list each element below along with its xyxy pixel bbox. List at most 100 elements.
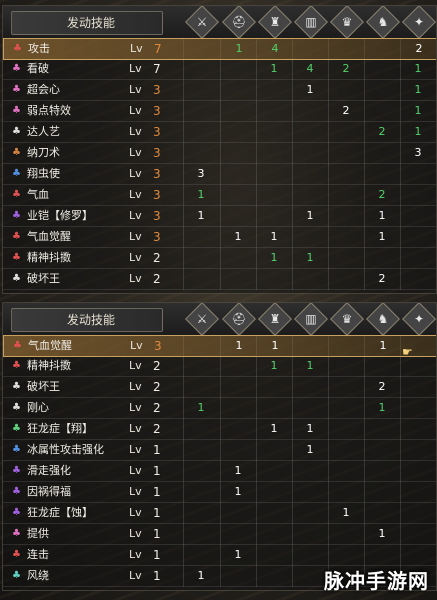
level-label: Lv [129,272,142,285]
skill-row[interactable]: ♣ 破坏王 Lv 2 2 [3,377,436,398]
slot-value: 1 [270,251,278,264]
slot-value: 1 [342,506,350,519]
level-label: Lv [130,42,143,55]
skill-name: 攻击 [28,42,50,55]
level-label: Lv [129,422,142,435]
skill-row[interactable]: ♣ 精神抖擞 Lv 2 1 1 [3,356,436,377]
charm-icon[interactable]: ✦ [402,303,436,336]
skill-row[interactable]: ♣ 气血觉醒 Lv 3 1 1 1 [3,227,436,248]
armor-icon[interactable]: ⛑ [222,6,256,39]
site-watermark: 脉冲手游网 [324,569,429,593]
helmet-icon[interactable]: ♜ [258,6,292,39]
gauntlet-icon[interactable]: ♛ [330,303,364,336]
level-label: Lv [129,401,142,414]
skill-row[interactable]: ♣ 连击 Lv 1 1 [3,545,436,566]
skill-name: 破坏王 [27,272,60,285]
slot-value: 2 [378,380,386,393]
skill-gem-icon: ♣ [12,210,21,221]
skill-row[interactable]: ♣ 气血觉醒 Lv 3 1 1 1 [3,335,436,357]
chest-icon[interactable]: ▥ [294,6,328,39]
skill-row[interactable]: ♣ 滑走强化 Lv 1 1 [3,461,436,482]
skill-name: 气血觉醒 [28,339,72,352]
slot-value: 1 [306,359,314,372]
slot-value: 3 [197,167,205,180]
level-value: 3 [154,339,162,353]
skill-row[interactable]: ♣ 翔虫使 Lv 3 3 [3,164,436,185]
slot-value: 1 [270,62,278,75]
skills-panel: 发动技能 ⚔ ⛑ ♜ ▥ ♛ ♞ ✦ ♣ 攻击 Lv 7 1 4 2 ♣ 看破 Lv 7 1 4 2 1 ♣ 超会心 Lv 3 1 1 ♣… [2,5,437,294]
skill-gem-icon: ♣ [12,189,21,200]
panel-title: 发动技能 [11,308,163,332]
level-label: Lv [129,380,142,393]
boots-icon[interactable]: ♞ [366,6,400,39]
skill-row[interactable]: ♣ 破坏王 Lv 2 2 [3,269,436,290]
skill-row[interactable]: ♣ 精神抖擞 Lv 2 1 1 [3,248,436,269]
slot-value: 1 [379,339,387,352]
level-value: 2 [153,359,161,373]
sword-icon[interactable]: ⚔ [185,303,219,336]
skill-gem-icon: ♣ [12,465,21,476]
skill-row[interactable]: ♣ 纳刀术 Lv 3 3 [3,143,436,164]
skill-row[interactable]: ♣ 刚心 Lv 2 1 1 [3,398,436,419]
skill-row[interactable]: ♣ 提供 Lv 1 1 [3,524,436,545]
slot-value: 1 [306,443,314,456]
level-value: 3 [153,230,161,244]
level-value: 1 [153,506,161,520]
level-label: Lv [129,464,142,477]
skill-row[interactable]: ♣ 气血 Lv 3 1 2 [3,185,436,206]
slot-value: 1 [234,485,242,498]
level-value: 3 [153,167,161,181]
slot-value: 2 [378,125,386,138]
skill-row[interactable]: ♣ 因祸得福 Lv 1 1 [3,482,436,503]
skill-row[interactable]: ♣ 弱点特效 Lv 3 2 1 [3,101,436,122]
gauntlet-icon[interactable]: ♛ [330,6,364,39]
level-value: 1 [153,485,161,499]
skill-row[interactable]: ♣ 狂龙症【蚀】 Lv 1 1 [3,503,436,524]
skill-name: 弱点特效 [27,104,71,117]
chest-icon[interactable]: ▥ [294,303,328,336]
skill-row[interactable]: ♣ 业铠【修罗】 Lv 3 1 1 1 [3,206,436,227]
skill-name: 业铠【修罗】 [27,209,93,222]
level-value: 3 [153,188,161,202]
level-value: 1 [153,527,161,541]
slot-value: 1 [197,401,205,414]
helmet-icon[interactable]: ♜ [258,303,292,336]
slot-value: 1 [414,104,422,117]
slot-value: 1 [378,209,386,222]
slot-value: 1 [306,83,314,96]
skill-gem-icon: ♣ [12,549,21,560]
slot-value: 3 [414,146,422,159]
level-label: Lv [129,167,142,180]
skill-gem-icon: ♣ [12,231,21,242]
boots-icon[interactable]: ♞ [366,303,400,336]
level-value: 3 [153,125,161,139]
slot-value: 1 [197,569,205,582]
slot-value: 1 [378,230,386,243]
slot-value: 2 [378,272,386,285]
armor-icon[interactable]: ⛑ [222,303,256,336]
skill-row[interactable]: ♣ 狂龙症【翔】 Lv 2 1 1 [3,419,436,440]
skill-name: 达人艺 [27,125,60,138]
skill-name: 看破 [27,62,49,75]
skill-name: 精神抖擞 [27,359,71,372]
slot-value: 1 [234,548,242,561]
slot-value: 1 [235,42,243,55]
sword-icon[interactable]: ⚔ [185,6,219,39]
skill-row[interactable]: ♣ 达人艺 Lv 3 2 1 [3,122,436,143]
level-label: Lv [129,62,142,75]
slot-value: 1 [271,339,279,352]
skill-row[interactable]: ♣ 超会心 Lv 3 1 1 [3,80,436,101]
skill-row[interactable]: ♣ 看破 Lv 7 1 4 2 1 [3,59,436,80]
charm-icon[interactable]: ✦ [402,6,436,39]
skill-gem-icon: ♣ [12,570,21,581]
skill-name: 刚心 [27,401,49,414]
slot-value: 1 [414,83,422,96]
slot-value: 1 [306,209,314,222]
skill-row[interactable]: ♣ 攻击 Lv 7 1 4 2 [3,38,436,60]
slot-value: 2 [342,104,350,117]
skill-gem-icon: ♣ [12,147,21,158]
skill-row[interactable]: ♣ 冰属性攻击强化 Lv 1 1 [3,440,436,461]
skill-gem-icon: ♣ [12,168,21,179]
skill-name: 翔虫使 [27,167,60,180]
panel-header: 发动技能 ⚔ ⛑ ♜ ▥ ♛ ♞ ✦ [3,6,436,39]
